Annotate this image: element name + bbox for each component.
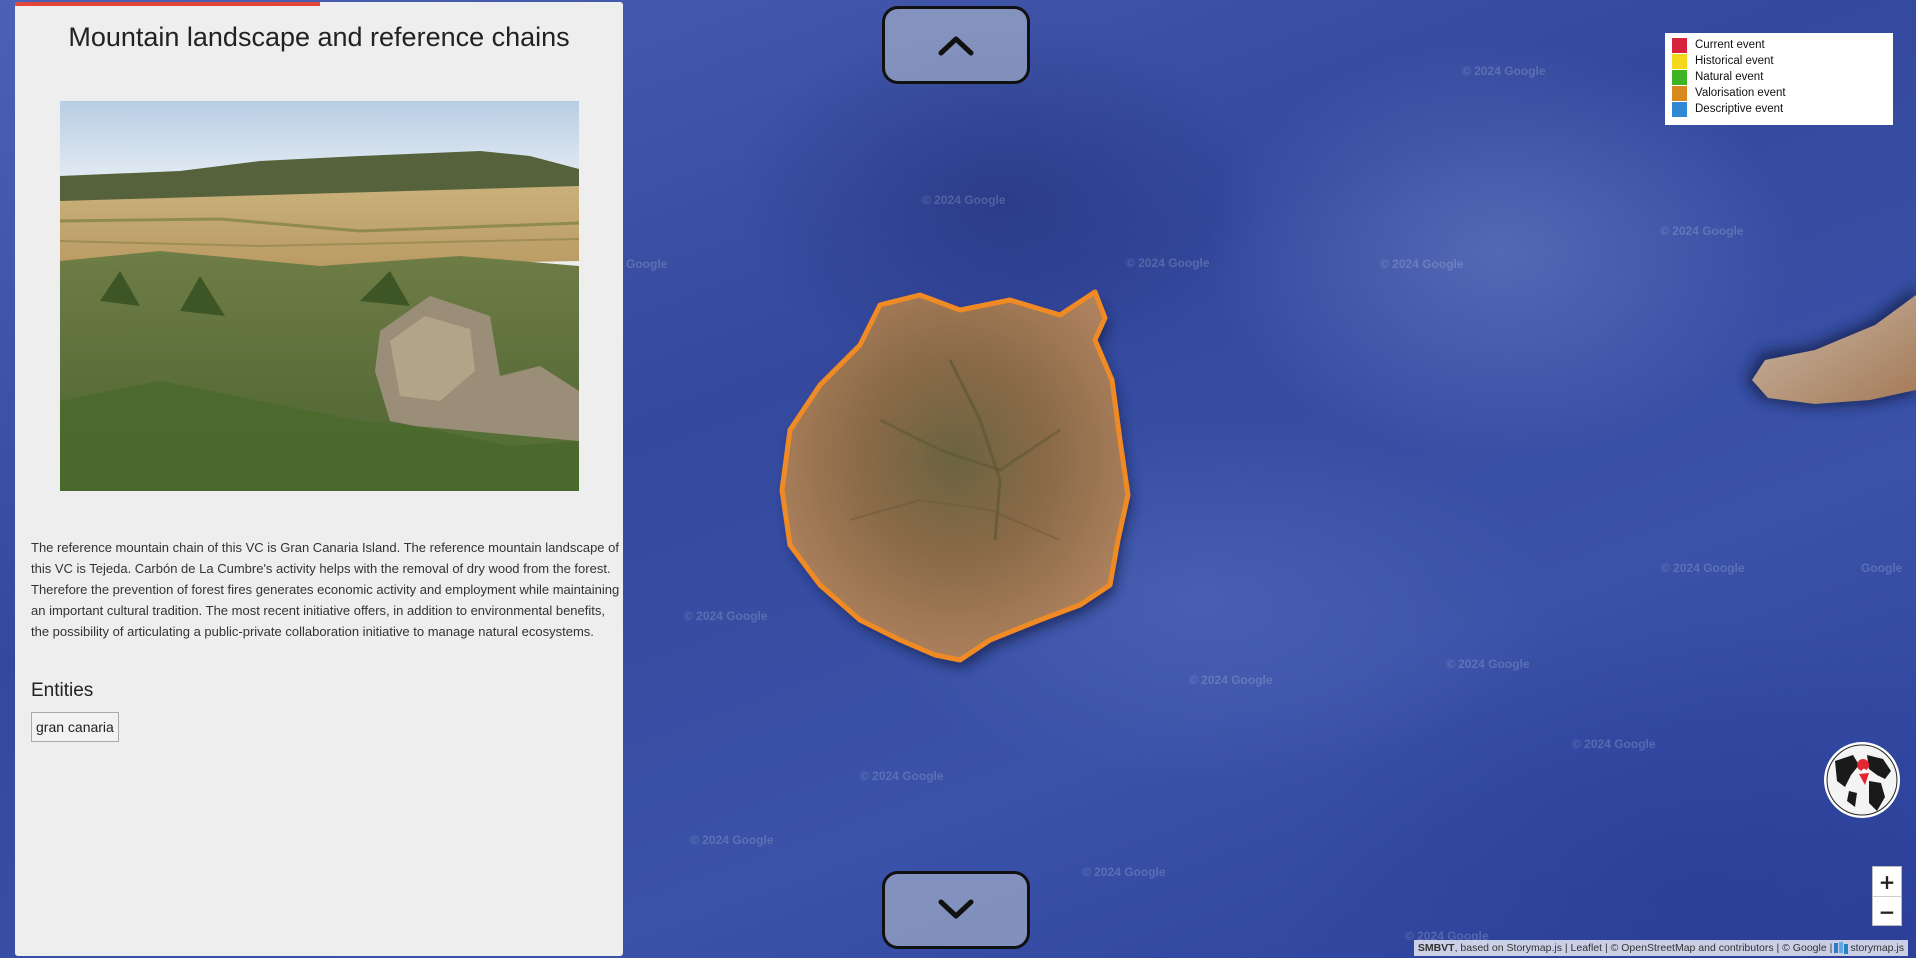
- story-panel: Mountain landscape and reference chains: [15, 2, 623, 956]
- legend-item: Historical event: [1672, 53, 1886, 69]
- zoom-out-button[interactable]: −: [1873, 897, 1901, 926]
- legend-swatch: [1672, 85, 1687, 101]
- globe-locator-icon[interactable]: [1823, 741, 1901, 819]
- legend-item: Natural event: [1672, 69, 1886, 85]
- legend-label: Valorisation event: [1695, 87, 1786, 99]
- legend-label: Descriptive event: [1695, 103, 1784, 115]
- legend-label: Natural event: [1695, 71, 1764, 83]
- map-legend: Current event Historical event Natural e…: [1665, 33, 1893, 125]
- attribution-brand: SMBVT: [1417, 942, 1455, 954]
- legend-label: Historical event: [1695, 55, 1774, 67]
- chevron-down-icon: [938, 899, 974, 919]
- legend-swatch: [1672, 37, 1687, 53]
- entities-heading: Entities: [31, 680, 94, 701]
- legend-item: Descriptive event: [1672, 101, 1886, 117]
- legend-item: Current event: [1672, 37, 1886, 53]
- entity-tag[interactable]: gran canaria: [31, 712, 119, 742]
- gran-canaria-island: [779, 289, 1131, 663]
- landscape-photo: [60, 101, 579, 491]
- previous-slide-button[interactable]: [882, 6, 1030, 84]
- legend-swatch: [1672, 53, 1687, 69]
- zoom-control: + −: [1872, 866, 1902, 926]
- legend-label: Current event: [1695, 39, 1765, 51]
- story-description: The reference mountain chain of this VC …: [31, 540, 620, 639]
- next-slide-button[interactable]: [882, 871, 1030, 949]
- storymap-logo-icon: [1834, 942, 1849, 954]
- progress-bar: [15, 2, 320, 6]
- attribution-text[interactable]: , based on Storymap.js | Leaflet | © Ope…: [1455, 940, 1833, 956]
- storymap-link[interactable]: storymap.js: [1850, 940, 1904, 956]
- legend-item: Valorisation event: [1672, 85, 1886, 101]
- chevron-up-icon: [938, 36, 974, 56]
- legend-swatch: [1672, 69, 1687, 85]
- page-title: Mountain landscape and reference chains: [68, 22, 570, 52]
- legend-swatch: [1672, 101, 1687, 117]
- map-attribution: SMBVT , based on Storymap.js | Leaflet |…: [1413, 940, 1908, 956]
- zoom-in-button[interactable]: +: [1873, 867, 1901, 897]
